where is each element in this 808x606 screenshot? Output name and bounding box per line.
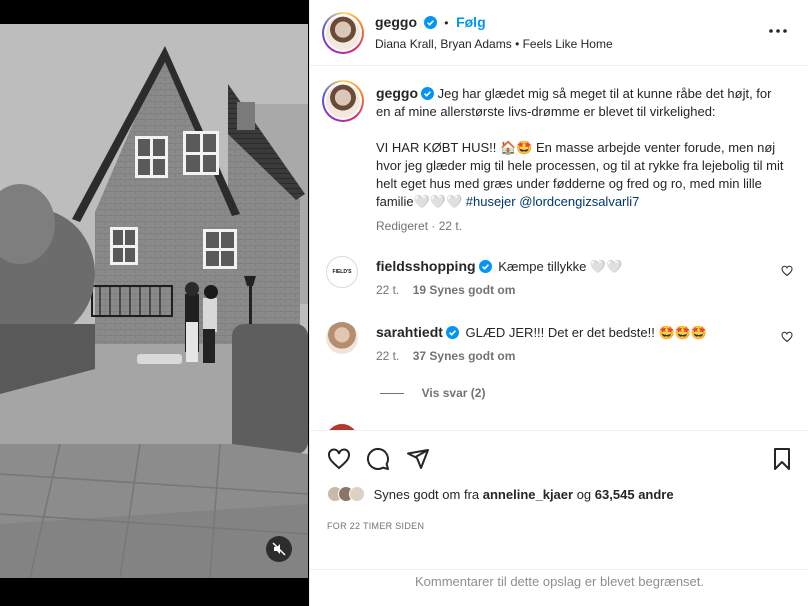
comment-time[interactable]: 22 t. xyxy=(376,349,399,363)
post-timestamp[interactable]: FOR 22 TIMER SIDEN xyxy=(327,521,424,531)
comment-text: Kæmpe tillykke 🤍🤍 xyxy=(498,259,623,274)
verified-badge-icon xyxy=(423,16,437,29)
comment-body: sarahtiedt GLÆD JER!!! Det er det bedste… xyxy=(376,323,707,342)
caption-line-1: Jeg har glædet mig så meget til at kunne… xyxy=(376,86,772,119)
share-icon[interactable] xyxy=(406,447,430,471)
speaker-muted-icon xyxy=(272,542,286,556)
comment-likes[interactable]: 37 Synes godt om xyxy=(413,349,516,363)
author-username[interactable]: geggo xyxy=(375,14,417,30)
post-modal: geggo • Følg Diana Krall, Bryan Adams • … xyxy=(0,0,808,606)
author-avatar[interactable] xyxy=(322,12,364,54)
comment-meta: 22 t. 19 Synes godt om xyxy=(376,283,515,297)
likes-count-suffix: andre xyxy=(638,487,674,502)
view-replies-label[interactable]: Vis svar (2) xyxy=(422,386,486,400)
commenter-username[interactable]: sarahtiedt xyxy=(376,324,443,340)
replies-line xyxy=(380,393,404,395)
verified-badge-icon xyxy=(478,260,492,273)
mention-link[interactable]: @lordcengizsalvarli7 xyxy=(519,194,639,209)
like-heart-icon[interactable] xyxy=(327,447,351,471)
heart-icon[interactable] xyxy=(781,265,793,277)
comment-text: GLÆD JER!!! Det er det bedste!! 🤩🤩🤩 xyxy=(465,325,708,340)
post-photo[interactable] xyxy=(0,24,308,578)
view-replies[interactable]: Vis svar (2) xyxy=(380,385,485,400)
likes-prefix: Synes godt om fra xyxy=(373,487,480,502)
media-pane xyxy=(0,0,309,606)
verified-badge-icon xyxy=(445,326,459,339)
save-bookmark-icon[interactable] xyxy=(770,447,794,471)
comment-meta: 22 t. 37 Synes godt om xyxy=(376,349,515,363)
heart-icon[interactable] xyxy=(781,331,793,343)
caption-meta: Redigeret · 22 t. xyxy=(376,219,463,233)
caption-username[interactable]: geggo xyxy=(376,85,418,101)
follow-button[interactable]: Følg xyxy=(456,14,486,30)
separator-dot: • xyxy=(444,16,449,30)
comments-restricted-notice: Kommentarer til dette opslag er blevet b… xyxy=(310,569,808,606)
audio-subtitle[interactable]: Diana Krall, Bryan Adams • Feels Like Ho… xyxy=(375,37,613,51)
likes-count-number: 63,545 xyxy=(594,487,635,502)
more-options-icon[interactable] xyxy=(769,28,787,34)
likes-count[interactable]: 63,545 andre xyxy=(595,487,674,502)
comment-likes[interactable]: 19 Synes godt om xyxy=(413,283,516,297)
hashtag-link[interactable]: #husejer xyxy=(466,194,516,209)
liker-username[interactable]: anneline_kjaer xyxy=(483,487,573,502)
commenter-avatar[interactable]: FIELD'S xyxy=(326,256,358,288)
avatar-brand-text: FIELD'S xyxy=(332,269,352,275)
post-details-panel: geggo • Følg Diana Krall, Bryan Adams • … xyxy=(309,0,808,606)
caption-author-avatar[interactable] xyxy=(322,80,364,122)
liker-avatars[interactable] xyxy=(327,486,365,502)
comment-icon[interactable] xyxy=(366,447,390,471)
comment-time[interactable]: 22 t. xyxy=(376,283,399,297)
comment-body: fieldsshopping Kæmpe tillykke 🤍🤍 xyxy=(376,257,622,276)
author-line: geggo • Følg xyxy=(375,14,486,30)
mute-audio-button[interactable] xyxy=(266,536,292,562)
caption: geggo Jeg har glædet mig så meget til at… xyxy=(376,84,786,235)
likes-and: og xyxy=(576,487,592,502)
commenter-username[interactable]: fieldsshopping xyxy=(376,258,476,274)
comments-scroll-area[interactable]: geggo Jeg har glædet mig så meget til at… xyxy=(310,67,808,430)
likes-summary: Synes godt om fra anneline_kjaer og 63,5… xyxy=(327,486,674,502)
post-header: geggo • Følg Diana Krall, Bryan Adams • … xyxy=(310,0,808,66)
commenter-avatar[interactable] xyxy=(326,322,358,354)
house-photo-image xyxy=(0,24,308,578)
verified-badge-icon xyxy=(421,87,434,100)
